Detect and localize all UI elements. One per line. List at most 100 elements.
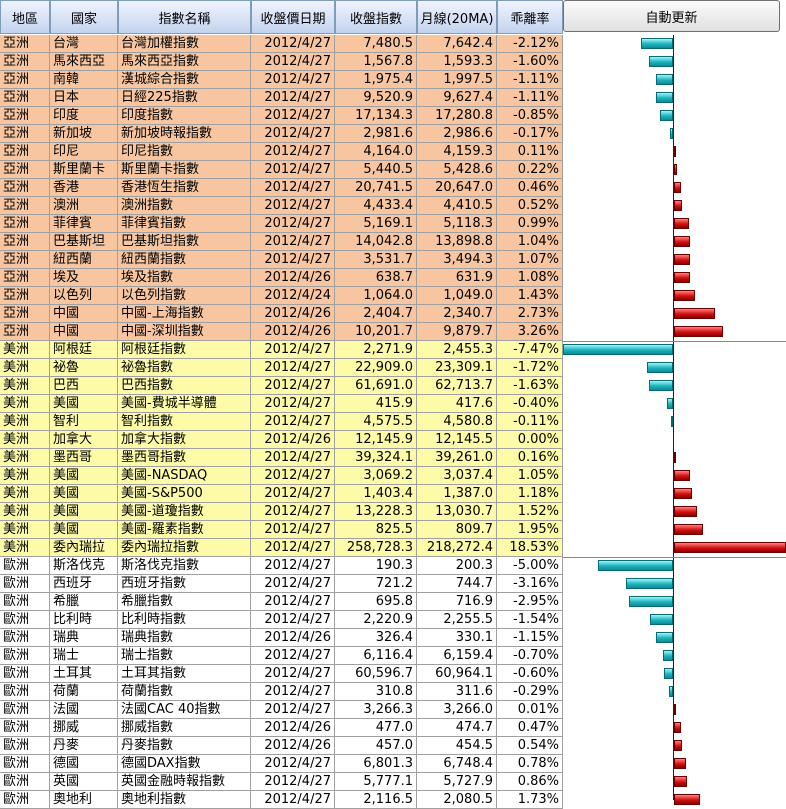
region-cell[interactable]: 美洲 xyxy=(0,503,50,521)
close-date-cell[interactable]: 2012/4/27 xyxy=(251,125,335,143)
close-date-cell[interactable]: 2012/4/27 xyxy=(251,143,335,161)
region-cell[interactable]: 亞洲 xyxy=(0,179,50,197)
close-index-cell[interactable]: 477.0 xyxy=(335,719,417,737)
index-name-cell[interactable]: 土耳其指數 xyxy=(118,665,251,683)
region-cell[interactable]: 美洲 xyxy=(0,413,50,431)
close-index-cell[interactable]: 4,575.5 xyxy=(335,413,417,431)
deviation-cell[interactable]: -2.95% xyxy=(497,593,563,611)
region-cell[interactable]: 亞洲 xyxy=(0,161,50,179)
ma20-cell[interactable]: 13,030.7 xyxy=(417,503,497,521)
ma20-cell[interactable]: 218,272.4 xyxy=(417,539,497,557)
close-index-cell[interactable]: 5,169.1 xyxy=(335,215,417,233)
index-name-cell[interactable]: 新加坡時報指數 xyxy=(118,125,251,143)
close-date-cell[interactable]: 2012/4/27 xyxy=(251,179,335,197)
ma20-cell[interactable]: 23,309.1 xyxy=(417,359,497,377)
deviation-cell[interactable]: 1.73% xyxy=(497,791,563,809)
close-index-cell[interactable]: 1,064.0 xyxy=(335,287,417,305)
index-name-cell[interactable]: 加拿大指數 xyxy=(118,431,251,449)
close-index-cell[interactable]: 20,741.5 xyxy=(335,179,417,197)
close-index-cell[interactable]: 22,909.0 xyxy=(335,359,417,377)
close-date-cell[interactable]: 2012/4/27 xyxy=(251,71,335,89)
deviation-cell[interactable]: -3.16% xyxy=(497,575,563,593)
close-index-cell[interactable]: 825.5 xyxy=(335,521,417,539)
region-cell[interactable]: 歐洲 xyxy=(0,755,50,773)
index-name-cell[interactable]: 荷蘭指數 xyxy=(118,683,251,701)
index-name-cell[interactable]: 美國-S&P500 xyxy=(118,485,251,503)
country-cell[interactable]: 中國 xyxy=(50,323,118,341)
close-date-cell[interactable]: 2012/4/27 xyxy=(251,161,335,179)
ma20-cell[interactable]: 5,118.3 xyxy=(417,215,497,233)
deviation-cell[interactable]: 1.05% xyxy=(497,467,563,485)
close-date-cell[interactable]: 2012/4/27 xyxy=(251,503,335,521)
ma20-cell[interactable]: 2,455.3 xyxy=(417,341,497,359)
deviation-cell[interactable]: -0.29% xyxy=(497,683,563,701)
region-cell[interactable]: 歐洲 xyxy=(0,737,50,755)
region-cell[interactable]: 亞洲 xyxy=(0,269,50,287)
ma20-cell[interactable]: 60,964.1 xyxy=(417,665,497,683)
close-index-cell[interactable]: 60,596.7 xyxy=(335,665,417,683)
close-index-cell[interactable]: 415.9 xyxy=(335,395,417,413)
close-index-cell[interactable]: 13,228.3 xyxy=(335,503,417,521)
ma20-cell[interactable]: 1,593.3 xyxy=(417,53,497,71)
country-cell[interactable]: 阿根廷 xyxy=(50,341,118,359)
deviation-cell[interactable]: 0.47% xyxy=(497,719,563,737)
region-cell[interactable]: 歐洲 xyxy=(0,557,50,575)
region-cell[interactable]: 亞洲 xyxy=(0,287,50,305)
ma20-cell[interactable]: 2,255.5 xyxy=(417,611,497,629)
country-cell[interactable]: 中國 xyxy=(50,305,118,323)
index-name-cell[interactable]: 巴西指數 xyxy=(118,377,251,395)
country-cell[interactable]: 印尼 xyxy=(50,143,118,161)
deviation-cell[interactable]: 1.08% xyxy=(497,269,563,287)
country-cell[interactable]: 美國 xyxy=(50,503,118,521)
close-index-cell[interactable]: 10,201.7 xyxy=(335,323,417,341)
region-cell[interactable]: 亞洲 xyxy=(0,89,50,107)
index-name-cell[interactable]: 西班牙指數 xyxy=(118,575,251,593)
ma20-cell[interactable]: 6,748.4 xyxy=(417,755,497,773)
close-index-cell[interactable]: 12,145.9 xyxy=(335,431,417,449)
index-name-cell[interactable]: 希臘指數 xyxy=(118,593,251,611)
deviation-cell[interactable]: 1.07% xyxy=(497,251,563,269)
close-date-cell[interactable]: 2012/4/27 xyxy=(251,53,335,71)
deviation-cell[interactable]: -1.15% xyxy=(497,629,563,647)
ma20-cell[interactable]: 12,145.5 xyxy=(417,431,497,449)
close-date-cell[interactable]: 2012/4/27 xyxy=(251,647,335,665)
index-name-cell[interactable]: 紐西蘭指數 xyxy=(118,251,251,269)
region-cell[interactable]: 美洲 xyxy=(0,539,50,557)
region-cell[interactable]: 亞洲 xyxy=(0,35,50,53)
deviation-cell[interactable]: 0.01% xyxy=(497,701,563,719)
index-name-cell[interactable]: 德國DAX指數 xyxy=(118,755,251,773)
close-index-cell[interactable]: 2,116.5 xyxy=(335,791,417,809)
ma20-cell[interactable]: 5,727.9 xyxy=(417,773,497,791)
ma20-cell[interactable]: 809.7 xyxy=(417,521,497,539)
country-cell[interactable]: 菲律賓 xyxy=(50,215,118,233)
close-index-cell[interactable]: 258,728.3 xyxy=(335,539,417,557)
index-name-cell[interactable]: 丹麥指數 xyxy=(118,737,251,755)
ma20-cell[interactable]: 62,713.7 xyxy=(417,377,497,395)
region-cell[interactable]: 歐洲 xyxy=(0,665,50,683)
country-cell[interactable]: 瑞士 xyxy=(50,647,118,665)
region-cell[interactable]: 美洲 xyxy=(0,359,50,377)
country-cell[interactable]: 德國 xyxy=(50,755,118,773)
region-cell[interactable]: 亞洲 xyxy=(0,107,50,125)
country-cell[interactable]: 瑞典 xyxy=(50,629,118,647)
country-cell[interactable]: 墨西哥 xyxy=(50,449,118,467)
deviation-cell[interactable]: -7.47% xyxy=(497,341,563,359)
deviation-cell[interactable]: -0.11% xyxy=(497,413,563,431)
close-index-cell[interactable]: 190.3 xyxy=(335,557,417,575)
deviation-cell[interactable]: -0.70% xyxy=(497,647,563,665)
close-date-cell[interactable]: 2012/4/27 xyxy=(251,611,335,629)
deviation-cell[interactable]: 0.86% xyxy=(497,773,563,791)
index-name-cell[interactable]: 瑞典指數 xyxy=(118,629,251,647)
index-name-cell[interactable]: 斯洛伐克指數 xyxy=(118,557,251,575)
ma20-cell[interactable]: 4,580.8 xyxy=(417,413,497,431)
ma20-cell[interactable]: 330.1 xyxy=(417,629,497,647)
country-cell[interactable]: 馬來西亞 xyxy=(50,53,118,71)
ma20-cell[interactable]: 417.6 xyxy=(417,395,497,413)
ma20-cell[interactable]: 39,261.0 xyxy=(417,449,497,467)
close-date-cell[interactable]: 2012/4/27 xyxy=(251,197,335,215)
index-name-cell[interactable]: 阿根廷指數 xyxy=(118,341,251,359)
close-date-cell[interactable]: 2012/4/27 xyxy=(251,683,335,701)
ma20-cell[interactable]: 5,428.6 xyxy=(417,161,497,179)
index-name-cell[interactable]: 台灣加權指數 xyxy=(118,35,251,53)
deviation-cell[interactable]: 0.99% xyxy=(497,215,563,233)
